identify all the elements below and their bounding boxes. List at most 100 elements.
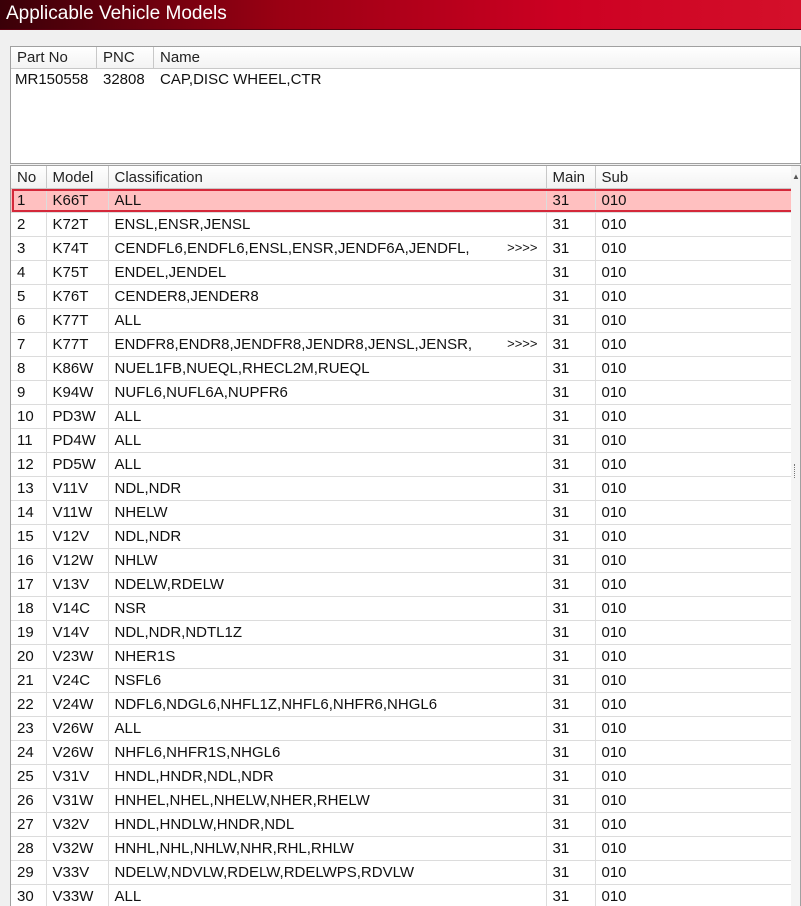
cell-model: K72T bbox=[46, 212, 109, 237]
cell-sub: 010 bbox=[595, 236, 794, 261]
title-bar[interactable]: Applicable Vehicle Models bbox=[0, 0, 801, 30]
cell-model: K66T bbox=[46, 188, 109, 213]
cell-no: 22 bbox=[11, 692, 47, 717]
cell-main: 31 bbox=[546, 284, 596, 309]
pnc-value[interactable]: 32808 bbox=[103, 71, 145, 88]
table-row[interactable]: 22 V24W NDFL6,NDGL6,NHFL1Z,NHFL6,NHFR6,NHG… bbox=[11, 692, 794, 717]
vertical-scrollbar[interactable]: ▲ bbox=[791, 166, 800, 906]
header-name[interactable]: Name bbox=[154, 47, 800, 69]
cell-classification: ALL bbox=[108, 188, 547, 213]
cell-no: 1 bbox=[11, 188, 47, 213]
column-header-classification[interactable]: Classification bbox=[108, 166, 547, 189]
cell-sub: 010 bbox=[595, 668, 794, 693]
cell-main: 31 bbox=[546, 452, 596, 477]
table-row[interactable]: 18 V14C NSR 31 010 bbox=[11, 596, 794, 621]
cell-model: V23W bbox=[46, 644, 109, 669]
table-row[interactable]: 17 V13V NDELW,RDELW 31 010 bbox=[11, 572, 794, 597]
cell-main: 31 bbox=[546, 212, 596, 237]
table-row[interactable]: 24 V26W NHFL6,NHFR1S,NHGL6 31 010 bbox=[11, 740, 794, 765]
table-row[interactable]: 3 K74T >>>> CENDFL6,ENDFL6,ENSL,ENSR,JENDF6… bbox=[11, 236, 794, 261]
table-row[interactable]: 27 V32V HNDL,HNDLW,HNDR,NDL 31 010 bbox=[11, 812, 794, 837]
scroll-grip-icon[interactable] bbox=[794, 464, 797, 478]
more-indicator[interactable]: >>>> bbox=[507, 240, 545, 255]
classification-text: ALL bbox=[114, 192, 142, 209]
cell-sub: 010 bbox=[595, 428, 794, 453]
table-row[interactable]: 19 V14V NDL,NDR,NDTL1Z 31 010 bbox=[11, 620, 794, 645]
cell-sub: 010 bbox=[595, 692, 794, 717]
cell-classification: NDL,NDR,NDTL1Z bbox=[108, 620, 547, 645]
cell-no: 5 bbox=[11, 284, 47, 309]
cell-model: V12V bbox=[46, 524, 109, 549]
table-row[interactable]: 16 V12W NHLW 31 010 bbox=[11, 548, 794, 573]
cell-sub: 010 bbox=[595, 860, 794, 885]
cell-model: V26W bbox=[46, 716, 109, 741]
cell-sub: 010 bbox=[595, 524, 794, 549]
cell-main: 31 bbox=[546, 524, 596, 549]
part-no-value[interactable]: MR150558 bbox=[15, 71, 88, 88]
table-row[interactable]: 20 V23W NHER1S 31 010 bbox=[11, 644, 794, 669]
header-pnc[interactable]: PNC bbox=[97, 47, 154, 69]
classification-text: NHLW bbox=[114, 552, 158, 569]
cell-model: V32V bbox=[46, 812, 109, 837]
classification-text: HNHEL,NHEL,NHELW,NHER,RHELW bbox=[114, 792, 370, 809]
table-row[interactable]: 13 V11V NDL,NDR 31 010 bbox=[11, 476, 794, 501]
table-row[interactable]: 7 K77T >>>> ENDFR8,ENDR8,JENDFR8,JENDR8,JEN… bbox=[11, 332, 794, 357]
cell-no: 25 bbox=[11, 764, 47, 789]
cell-model: V33V bbox=[46, 860, 109, 885]
cell-sub: 010 bbox=[595, 812, 794, 837]
table-row[interactable]: 14 V11W NHELW 31 010 bbox=[11, 500, 794, 525]
table-row[interactable]: 30 V33W ALL 31 010 bbox=[11, 884, 794, 906]
cell-sub: 010 bbox=[595, 188, 794, 213]
cell-classification: ALL bbox=[108, 884, 547, 906]
classification-text: CENDFL6,ENDFL6,ENSL,ENSR,JENDF6A,JENDFL, bbox=[114, 240, 470, 257]
table-row[interactable]: 29 V33V NDELW,NDVLW,RDELW,RDELWPS,RDVLW 31 0… bbox=[11, 860, 794, 885]
table-row[interactable]: 6 K77T ALL 31 010 bbox=[11, 308, 794, 333]
table-row[interactable]: 25 V31V HNDL,HNDR,NDL,NDR 31 010 bbox=[11, 764, 794, 789]
cell-model: V12W bbox=[46, 548, 109, 573]
cell-classification: ALL bbox=[108, 428, 547, 453]
cell-no: 21 bbox=[11, 668, 47, 693]
table-row[interactable]: 8 K86W NUEL1FB,NUEQL,RHECL2M,RUEQL 31 010 bbox=[11, 356, 794, 381]
cell-no: 4 bbox=[11, 260, 47, 285]
cell-main: 31 bbox=[546, 884, 596, 906]
classification-text: HNHL,NHL,NHLW,NHR,RHL,RHLW bbox=[114, 840, 354, 857]
cell-classification: NDELW,RDELW bbox=[108, 572, 547, 597]
cell-main: 31 bbox=[546, 548, 596, 573]
column-header-sub[interactable]: Sub bbox=[595, 166, 794, 189]
table-row[interactable]: 9 K94W NUFL6,NUFL6A,NUPFR6 31 010 bbox=[11, 380, 794, 405]
header-part-no[interactable]: Part No bbox=[11, 47, 97, 69]
cell-classification: ENSL,ENSR,JENSL bbox=[108, 212, 547, 237]
cell-main: 31 bbox=[546, 644, 596, 669]
cell-model: V24W bbox=[46, 692, 109, 717]
cell-no: 20 bbox=[11, 644, 47, 669]
table-row[interactable]: 5 K76T CENDER8,JENDER8 31 010 bbox=[11, 284, 794, 309]
part-name-value[interactable]: CAP,DISC WHEEL,CTR bbox=[160, 71, 321, 88]
table-row[interactable]: 21 V24C NSFL6 31 010 bbox=[11, 668, 794, 693]
cell-no: 30 bbox=[11, 884, 47, 906]
cell-classification: NHFL6,NHFR1S,NHGL6 bbox=[108, 740, 547, 765]
table-row[interactable]: 26 V31W HNHEL,NHEL,NHELW,NHER,RHELW 31 010 bbox=[11, 788, 794, 813]
cell-classification: ALL bbox=[108, 716, 547, 741]
table-row[interactable]: 11 PD4W ALL 31 010 bbox=[11, 428, 794, 453]
cell-main: 31 bbox=[546, 332, 596, 357]
cell-no: 29 bbox=[11, 860, 47, 885]
table-row[interactable]: 10 PD3W ALL 31 010 bbox=[11, 404, 794, 429]
table-row[interactable]: 2 K72T ENSL,ENSR,JENSL 31 010 bbox=[11, 212, 794, 237]
table-row[interactable]: 28 V32W HNHL,NHL,NHLW,NHR,RHL,RHLW 31 010 bbox=[11, 836, 794, 861]
scroll-up-arrow-icon[interactable]: ▲ bbox=[792, 172, 800, 181]
cell-sub: 010 bbox=[595, 404, 794, 429]
table-row[interactable]: 15 V12V NDL,NDR 31 010 bbox=[11, 524, 794, 549]
table-row[interactable]: 1 K66T ALL 31 010 bbox=[11, 188, 794, 213]
column-header-no[interactable]: No bbox=[11, 166, 47, 189]
table-row[interactable]: 4 K75T ENDEL,JENDEL 31 010 bbox=[11, 260, 794, 285]
cell-model: K76T bbox=[46, 284, 109, 309]
cell-classification: NHLW bbox=[108, 548, 547, 573]
column-header-main[interactable]: Main bbox=[546, 166, 596, 189]
table-row[interactable]: 23 V26W ALL 31 010 bbox=[11, 716, 794, 741]
cell-model: V24C bbox=[46, 668, 109, 693]
more-indicator[interactable]: >>>> bbox=[507, 336, 545, 351]
column-header-model[interactable]: Model bbox=[46, 166, 109, 189]
cell-sub: 010 bbox=[595, 476, 794, 501]
cell-classification: HNHL,NHL,NHLW,NHR,RHL,RHLW bbox=[108, 836, 547, 861]
table-row[interactable]: 12 PD5W ALL 31 010 bbox=[11, 452, 794, 477]
